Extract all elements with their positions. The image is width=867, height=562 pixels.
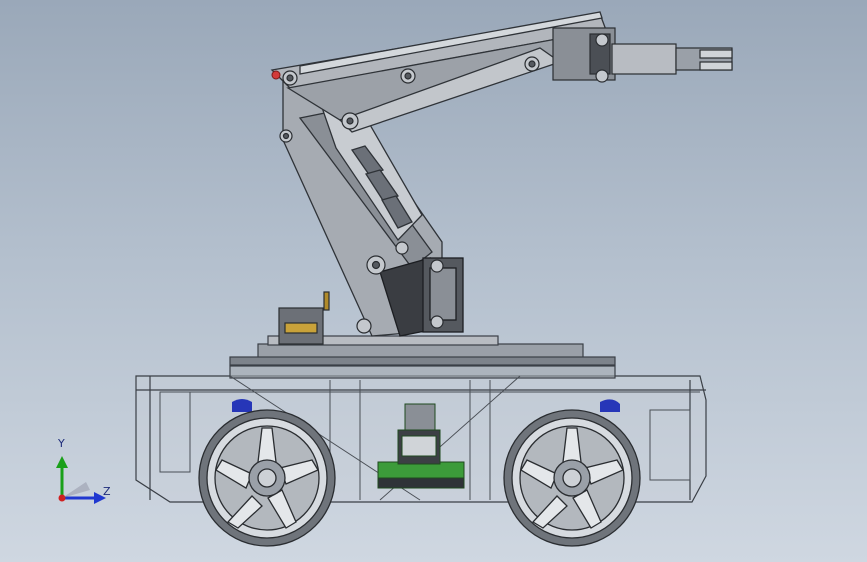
wheel-left (198, 409, 336, 547)
gripper (552, 27, 733, 81)
wheel-right (503, 409, 641, 547)
cad-model-view[interactable] (0, 0, 867, 562)
z-axis-label: Z (103, 485, 111, 498)
graphics-viewport[interactable]: Y Z (0, 0, 867, 562)
y-axis-label: Y (58, 437, 65, 450)
triad-axes (56, 456, 106, 504)
servo-motor-left (278, 291, 330, 345)
origin-marker (271, 70, 281, 80)
coordinate-triad: Y Z (40, 437, 120, 513)
